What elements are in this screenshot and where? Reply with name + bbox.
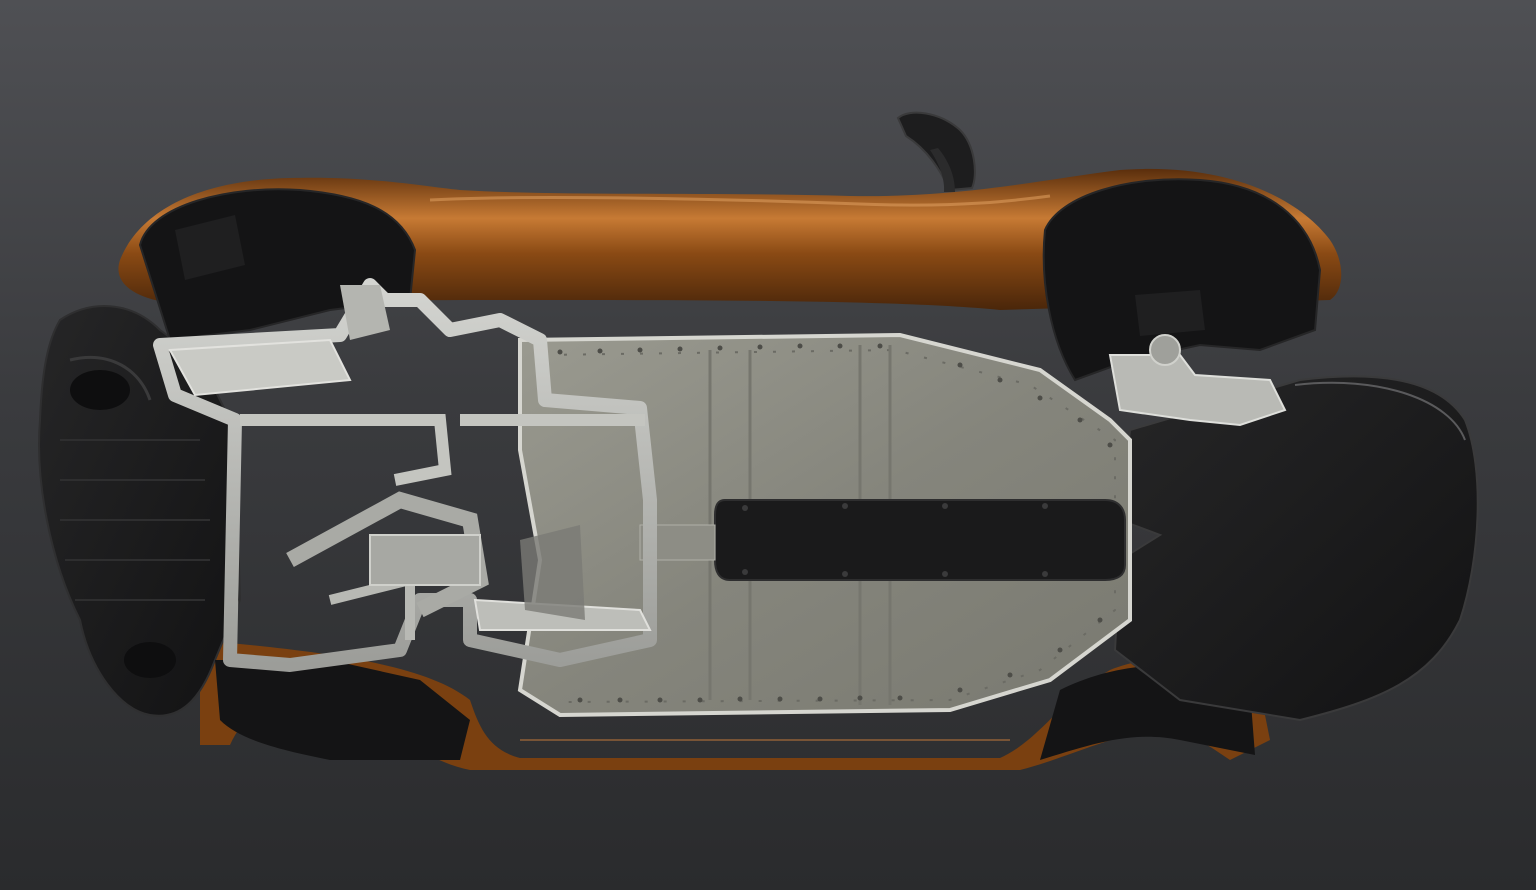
render-viewport[interactable]	[0, 0, 1536, 890]
rear-wheel-well-lower	[215, 660, 470, 760]
front-undertray	[1113, 375, 1479, 722]
side-mirror	[896, 111, 976, 192]
car-underside-render	[38, 111, 1479, 770]
front-wheel-well-upper	[1042, 178, 1322, 382]
